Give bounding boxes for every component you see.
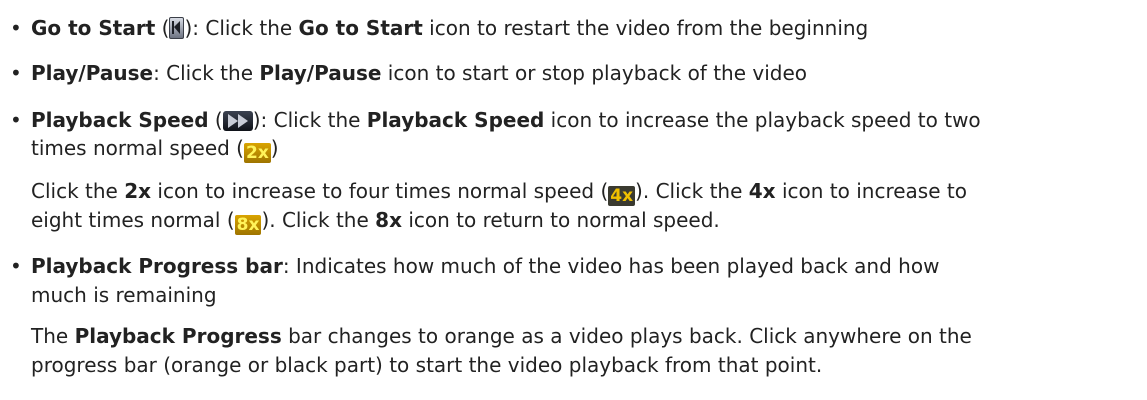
playback-speed-line-2: times normal speed (2x) <box>31 134 279 163</box>
speed-4x-icon: 4x <box>608 186 636 206</box>
playback-speed-note-line-1: Click the 2x icon to increase to four ti… <box>31 177 967 206</box>
note-text: icon to increase to <box>775 179 967 203</box>
go-to-start-term: Go to Start <box>31 16 156 40</box>
note-text: eight times normal ( <box>31 208 235 232</box>
go-to-start-line: Go to Start ( ): Click the Go to Start ic… <box>31 14 868 42</box>
progress-bar-term: Playback Progress bar <box>31 254 283 278</box>
note-progress-term: Playback Progress <box>74 324 282 348</box>
play-pause-description: icon to start or stop playback of the vi… <box>381 61 808 85</box>
note-text: icon to return to normal speed. <box>401 208 720 232</box>
playback-speed-term: Playback Speed <box>31 108 209 132</box>
bullet: • <box>10 61 22 85</box>
paren-close: ) <box>270 136 279 160</box>
note-text: ). Click the <box>261 208 376 232</box>
playback-speed-text: ): Click the <box>252 108 367 132</box>
help-document: • Go to Start (): Click the Go to Start … <box>0 0 1147 400</box>
playback-speed-note-line-2: eight times normal (8x). Click the 8x ic… <box>31 206 720 235</box>
note-8x-term: 8x <box>375 208 402 232</box>
paren-open: ( <box>155 16 170 40</box>
play-pause-term: Play/Pause <box>31 61 154 85</box>
playback-speed-line-2-text: times normal speed ( <box>31 136 244 160</box>
go-to-start-icon <box>169 17 185 39</box>
progress-bar-line-2: much is remaining <box>31 283 217 307</box>
speed-8x-icon: 8x <box>234 215 262 235</box>
bullet: • <box>10 108 22 132</box>
play-pause-text: : Click the <box>153 61 260 85</box>
play-pause-line: Play/Pause: Click the Play/Pause icon to… <box>31 59 807 87</box>
playback-speed-description: icon to increase the playback speed to t… <box>544 108 981 132</box>
progress-bar-note-line-2: progress bar (orange or black part) to s… <box>31 353 823 377</box>
note-text: icon to increase to four times normal sp… <box>151 179 609 203</box>
note-text: ). Click the <box>635 179 749 203</box>
speed-2x-icon: 2x <box>243 143 271 163</box>
note-2x-term: 2x <box>124 179 152 203</box>
paren-open: ( <box>208 108 223 132</box>
note-text: Click the <box>31 179 125 203</box>
go-to-start-term-repeat: Go to Start <box>298 16 423 40</box>
playback-speed-term-repeat: Playback Speed <box>366 108 545 132</box>
go-to-start-description: icon to restart the video from the begin… <box>422 16 869 40</box>
playback-speed-line-1: Playback Speed ( ): Click the Playback Sp… <box>31 106 981 134</box>
note-text: The <box>31 324 75 348</box>
go-to-start-text: ): Click the <box>184 16 299 40</box>
note-4x-term: 4x <box>748 179 776 203</box>
progress-bar-line-1: Playback Progress bar: Indicates how muc… <box>31 252 939 280</box>
fast-forward-icon <box>222 111 253 131</box>
bullet: • <box>10 254 22 278</box>
play-pause-term-repeat: Play/Pause <box>259 61 382 85</box>
progress-bar-note-line-1: The Playback Progress bar changes to ora… <box>31 322 972 350</box>
note-text: bar changes to orange as a video plays b… <box>281 324 972 348</box>
bullet: • <box>10 16 22 40</box>
progress-bar-description: : Indicates how much of the video has be… <box>282 254 940 278</box>
